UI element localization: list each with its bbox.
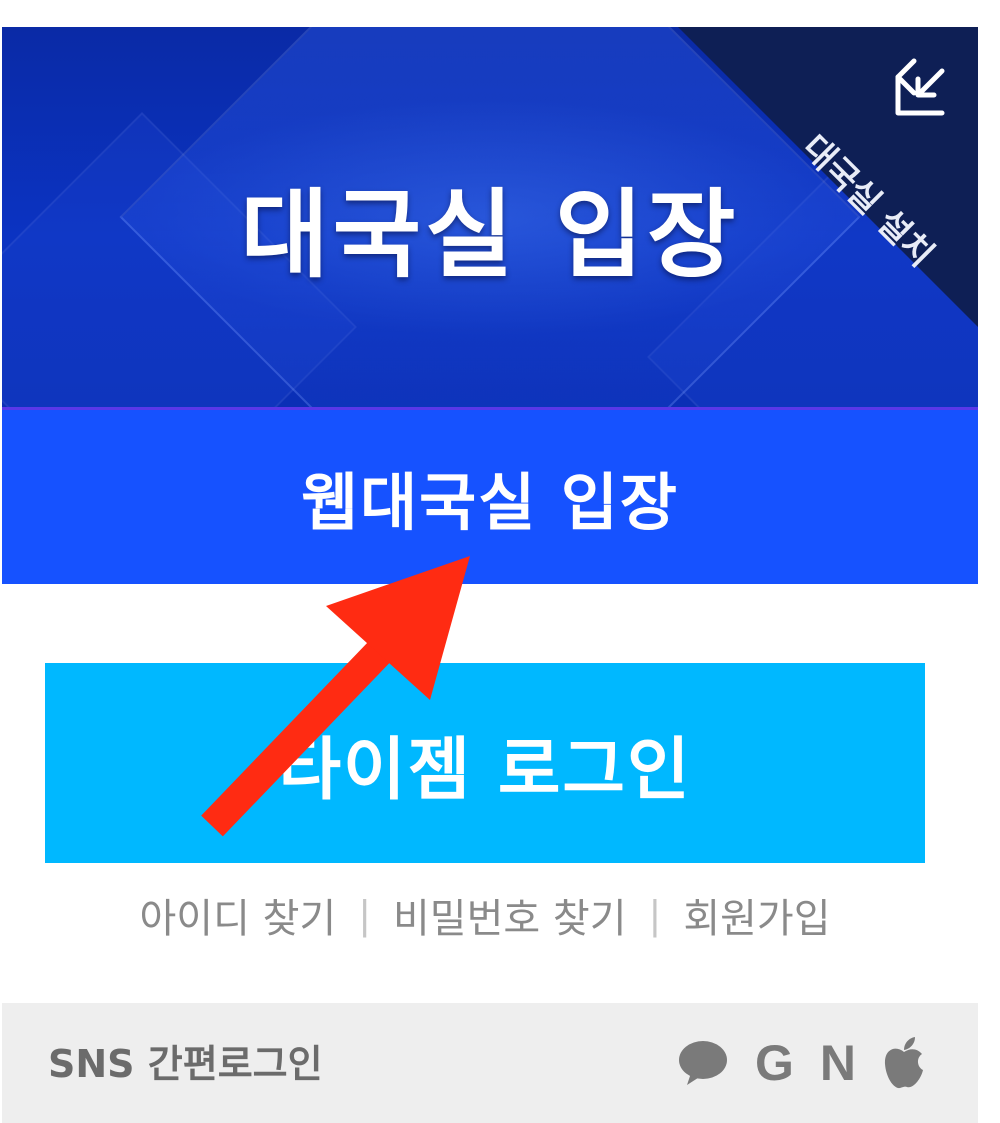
link-separator: | bbox=[648, 893, 662, 937]
sns-icon-group: G N bbox=[677, 1023, 926, 1103]
google-icon[interactable]: G bbox=[755, 1034, 794, 1092]
tygem-login-button[interactable]: 타이젬 로그인 bbox=[45, 663, 925, 863]
login-panel: 대국실 입장 대국실 설치 웹대국실 입장 타이젬 로그인 아이디 찾기 | 비… bbox=[2, 27, 978, 1123]
sns-login-bar: SNS 간편로그인 G N bbox=[2, 1003, 978, 1123]
sign-up-link[interactable]: 회원가입 bbox=[683, 886, 830, 944]
sns-login-label: SNS 간편로그인 bbox=[48, 1042, 323, 1086]
link-separator: | bbox=[358, 893, 371, 937]
naver-icon[interactable]: N bbox=[820, 1034, 856, 1092]
find-password-link[interactable]: 비밀번호 찾기 bbox=[393, 886, 627, 944]
web-game-room-button[interactable]: 웹대국실 입장 bbox=[2, 407, 978, 584]
account-links: 아이디 찾기 | 비밀번호 찾기 | 회원가입 bbox=[45, 885, 925, 945]
enter-game-room-banner[interactable]: 대국실 입장 대국실 설치 bbox=[2, 27, 978, 407]
find-id-link[interactable]: 아이디 찾기 bbox=[139, 886, 336, 944]
install-client-corner[interactable]: 대국실 설치 bbox=[678, 27, 978, 327]
kakao-icon[interactable] bbox=[677, 1039, 729, 1087]
install-download-icon bbox=[895, 58, 945, 116]
apple-icon[interactable] bbox=[882, 1036, 926, 1090]
